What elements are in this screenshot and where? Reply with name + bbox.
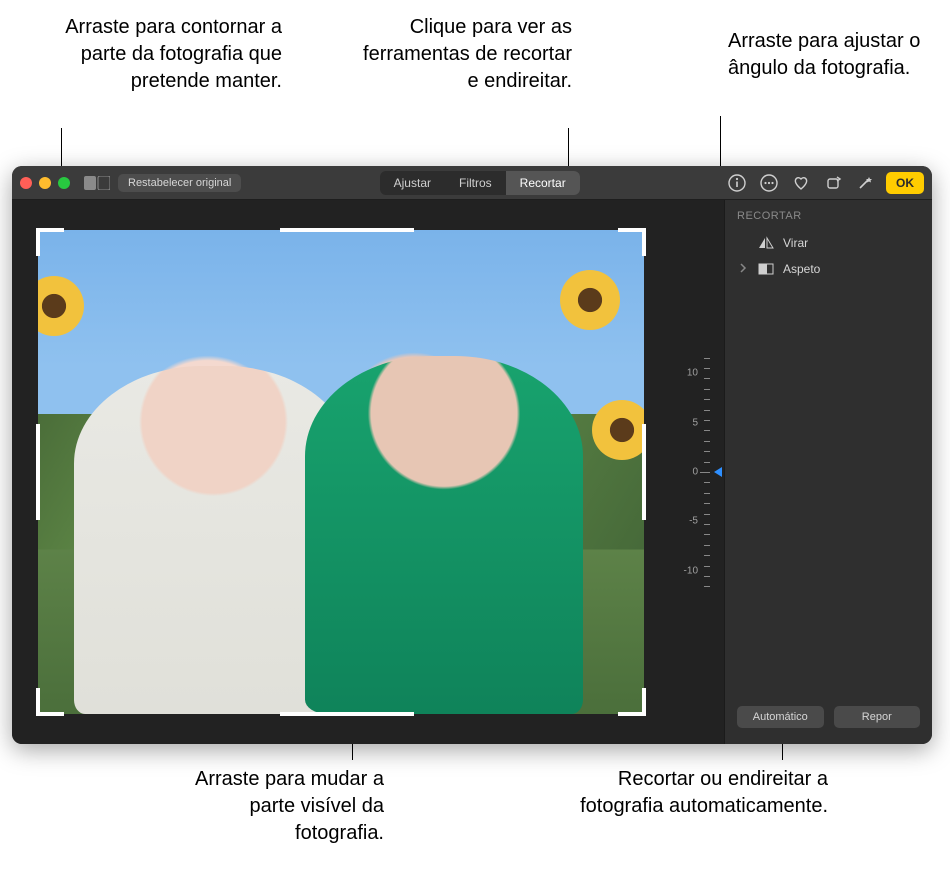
angle-tick-label: 5 — [692, 417, 698, 428]
titlebar: Restabelecer original Ajustar Filtros Re… — [12, 166, 932, 200]
tab-filters[interactable]: Filtros — [445, 171, 506, 195]
reset-crop-button[interactable]: Repor — [834, 706, 921, 728]
flip-label: Virar — [783, 236, 808, 250]
angle-tick-label: 0 — [692, 467, 698, 478]
angle-tick-label: -10 — [684, 565, 698, 576]
rotate-icon[interactable] — [822, 172, 844, 194]
angle-tick-label: -5 — [689, 516, 698, 527]
heart-icon[interactable] — [790, 172, 812, 194]
close-window-button[interactable] — [20, 177, 32, 189]
photo-content[interactable] — [38, 230, 644, 714]
done-button[interactable]: OK — [886, 172, 924, 194]
flip-icon — [757, 236, 775, 250]
auto-crop-button[interactable]: Automático — [737, 706, 824, 728]
minimize-window-button[interactable] — [39, 177, 51, 189]
photo-decoration — [560, 270, 620, 330]
zoom-window-button[interactable] — [58, 177, 70, 189]
tab-crop[interactable]: Recortar — [506, 171, 580, 195]
aspect-row[interactable]: Aspeto — [737, 256, 920, 282]
flip-row[interactable]: Virar — [737, 230, 920, 256]
crop-handle-bottom-left[interactable] — [36, 688, 64, 716]
wand-icon[interactable] — [854, 172, 876, 194]
callout-drag-photo: Arraste para mudar a parte visível da fo… — [170, 766, 384, 847]
photo-decoration — [38, 276, 84, 336]
aspect-label: Aspeto — [783, 262, 820, 276]
angle-tick-label: 10 — [687, 368, 698, 379]
callout-crop-tab: Clique para ver as ferramentas de recort… — [350, 14, 572, 95]
window-controls — [20, 177, 70, 189]
crop-handle-left[interactable] — [36, 424, 40, 521]
leader-line — [568, 128, 569, 170]
crop-handle-top-left[interactable] — [36, 228, 64, 256]
crop-handle-top[interactable] — [280, 228, 413, 232]
callout-angle-dial: Arraste para ajustar o ângulo da fotogra… — [728, 28, 938, 82]
revert-original-button[interactable]: Restabelecer original — [118, 174, 241, 192]
crop-handle-bottom-right[interactable] — [618, 688, 646, 716]
photos-edit-window: Restabelecer original Ajustar Filtros Re… — [12, 166, 932, 744]
sidebar-footer: Automático Repor — [737, 696, 920, 734]
info-icon[interactable] — [726, 172, 748, 194]
photo-decoration — [592, 400, 644, 460]
view-toggle[interactable] — [84, 176, 110, 190]
photo-subject — [305, 356, 584, 714]
callout-auto-button: Recortar ou endireitar a fotografia auto… — [568, 766, 828, 820]
more-icon[interactable] — [758, 172, 780, 194]
angle-pointer-icon — [714, 467, 722, 477]
straighten-angle-dial[interactable]: 10 5 0 -5 -10 — [666, 342, 720, 602]
crop-frame[interactable] — [38, 230, 644, 714]
crop-sidebar: RECORTAR Virar Aspeto Automático R — [724, 200, 932, 744]
aspect-icon — [757, 263, 775, 275]
callout-crop-handle: Arraste para contornar a parte da fotogr… — [46, 14, 282, 95]
crop-handle-bottom[interactable] — [280, 712, 413, 716]
chevron-right-icon — [739, 262, 749, 276]
canvas-area: 10 5 0 -5 -10 — [12, 200, 724, 744]
tab-adjust[interactable]: Ajustar — [380, 171, 445, 195]
edit-mode-segmented-control: Ajustar Filtros Recortar — [380, 171, 580, 195]
crop-handle-top-right[interactable] — [618, 228, 646, 256]
sidebar-heading: RECORTAR — [737, 210, 920, 222]
crop-handle-right[interactable] — [642, 424, 646, 521]
workspace: 10 5 0 -5 -10 RECORTAR — [12, 200, 932, 744]
